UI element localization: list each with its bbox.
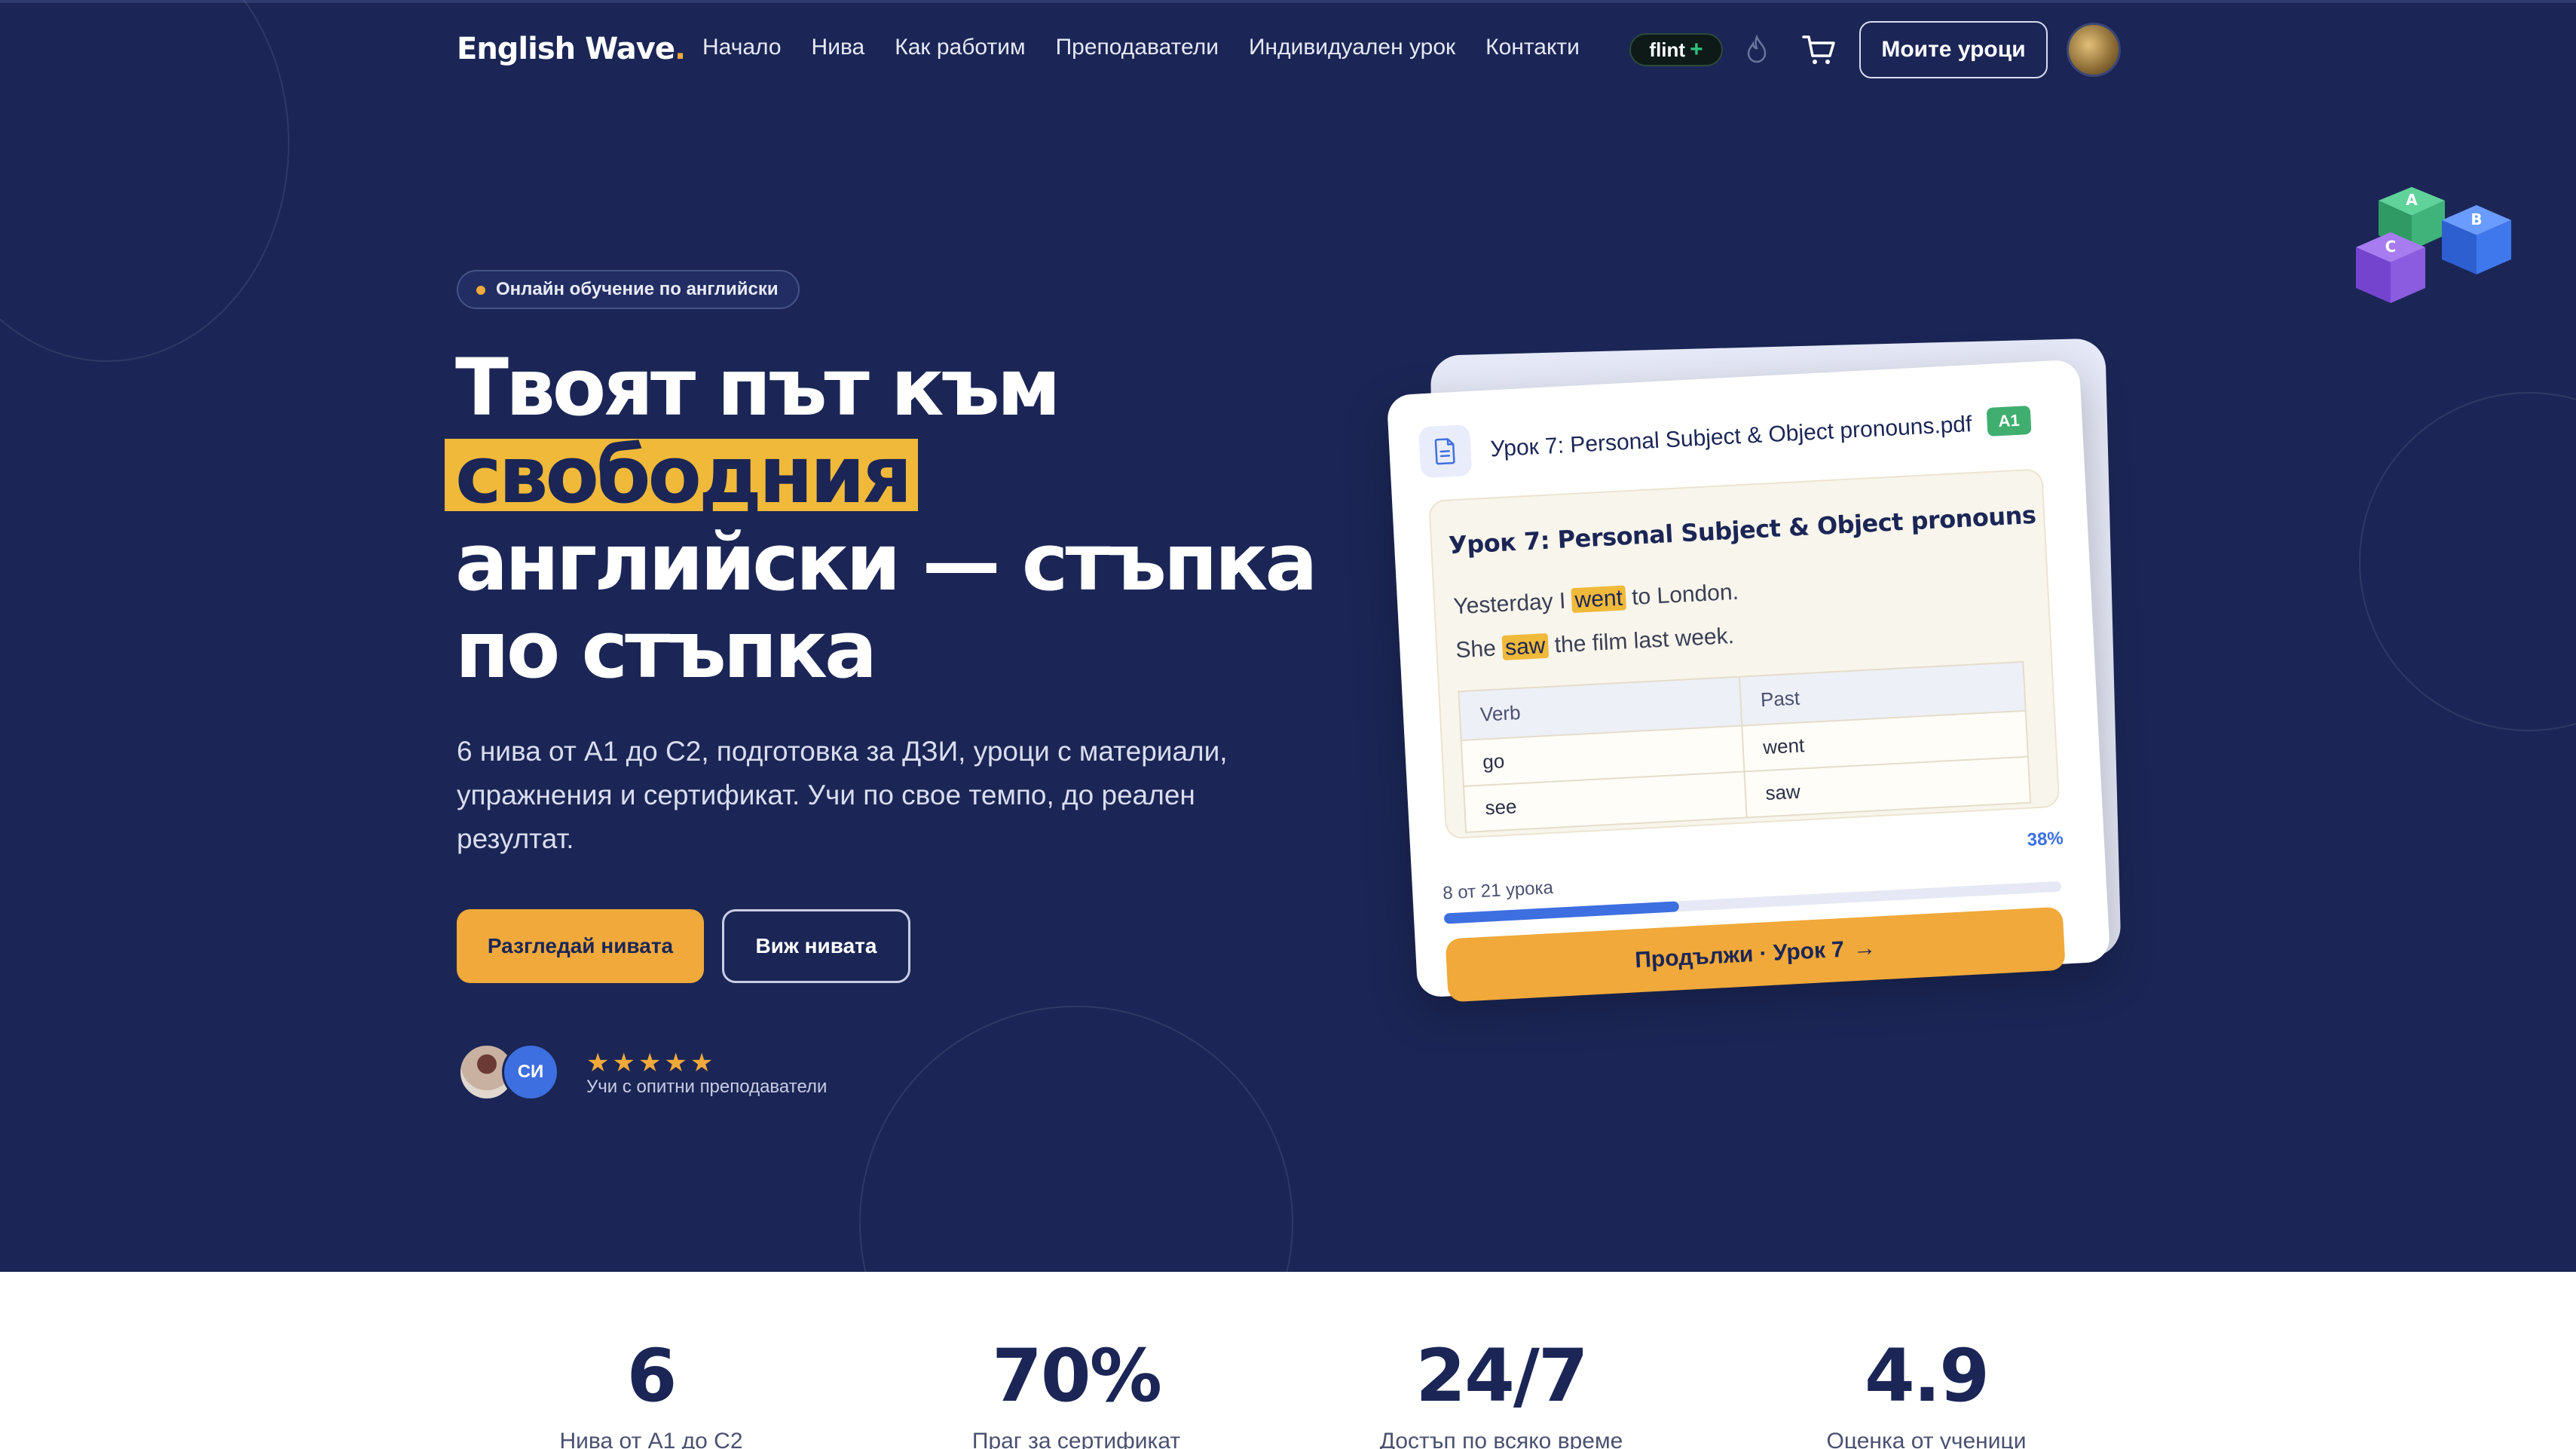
rating-stars-icon: ★★★★★ bbox=[586, 1049, 717, 1077]
stat-value: 4.9 bbox=[1864, 1334, 1990, 1418]
hero-headline: Твоят път към свободния английски — стъп… bbox=[445, 342, 1329, 696]
document-icon bbox=[1418, 424, 1473, 479]
lesson-file-name[interactable]: Урок 7: Personal Subject & Object pronou… bbox=[1490, 412, 1972, 462]
decorative-circle bbox=[2359, 392, 2576, 731]
nav-link-private-lesson[interactable]: Индивидуален урок bbox=[1249, 35, 1455, 60]
nav-link-levels[interactable]: Нива bbox=[812, 35, 865, 60]
hero-section: English Wave. Начало Нива Как работим Пр… bbox=[0, 0, 2576, 1272]
nav-link-contacts[interactable]: Контакти bbox=[1485, 35, 1580, 60]
stats-section: 6 Нива от А1 до С2 70% Праг за сертифика… bbox=[0, 1272, 2576, 1449]
stat-label: Достъп по всяко време bbox=[1379, 1429, 1623, 1449]
stat-value: 24/7 bbox=[1415, 1334, 1588, 1418]
nav-link-teachers[interactable]: Преподаватели bbox=[1056, 35, 1219, 60]
flame-icon[interactable] bbox=[1744, 35, 1770, 65]
example-sentence-2: She saw the film last week. bbox=[1455, 623, 1735, 663]
stat-label: Праг за сертификат bbox=[971, 1429, 1181, 1449]
view-levels-button[interactable]: Виж нивата bbox=[722, 909, 910, 983]
user-avatar[interactable] bbox=[2067, 23, 2121, 77]
lesson-card: Урок 7: Personal Subject & Object pronou… bbox=[1386, 359, 2111, 1003]
stat-value: 70% bbox=[992, 1334, 1162, 1418]
badge-text: Онлайн обучение по английски bbox=[496, 279, 779, 299]
preview-title: Урок 7: Personal Subject & Object pronou… bbox=[1448, 500, 2037, 560]
headline-line-1: Твоят път към bbox=[455, 342, 1061, 433]
hero-description: 6 нива от А1 до С2, подготовка за ДЗИ, у… bbox=[457, 736, 1228, 854]
sentence-text: the film last week. bbox=[1553, 623, 1735, 658]
highlighted-verb: went bbox=[1571, 585, 1626, 614]
svg-text:B: B bbox=[2470, 210, 2482, 228]
social-proof-text: Учи с опитни преподаватели bbox=[586, 1077, 828, 1097]
verb-table: Verb Past go went see saw bbox=[1458, 660, 2032, 833]
continue-label: Продължи · Урок 7 bbox=[1634, 936, 1845, 973]
example-sentence-1: Yesterday I went to London. bbox=[1453, 580, 1739, 620]
logo-dot: . bbox=[674, 32, 686, 66]
stat-label: Оценка от ученици bbox=[1826, 1429, 2027, 1449]
headline-line-4: по стъпка bbox=[455, 604, 877, 696]
progress-fill bbox=[1443, 901, 1679, 924]
highlighted-verb: saw bbox=[1501, 633, 1550, 661]
abc-cubes-icon: A B C bbox=[2356, 187, 2511, 303]
my-lessons-button[interactable]: Моите уроци bbox=[1859, 21, 2048, 78]
svg-text:C: C bbox=[2385, 237, 2397, 256]
hero-badge: Онлайн обучение по английски bbox=[457, 270, 800, 309]
level-badge: A1 bbox=[1986, 405, 2032, 437]
top-navigation: English Wave. Начало Нива Как работим Пр… bbox=[0, 0, 2576, 100]
progress-percent: 38% bbox=[2027, 828, 2064, 850]
flint-plus-icon: + bbox=[1690, 37, 1703, 62]
stat-item: 24/7 Достъп по всяко време bbox=[1351, 1338, 1652, 1449]
stat-item: 70% Праг за сертификат bbox=[925, 1338, 1227, 1449]
nav-links: Начало Нива Как работим Преподаватели Ин… bbox=[702, 35, 1580, 60]
headline-line-3: английски — стъпка bbox=[455, 516, 1318, 608]
stat-item: 4.9 Оценка от ученици bbox=[1776, 1338, 2077, 1449]
badge-dot-icon bbox=[476, 286, 485, 295]
stat-item: 6 Нива от А1 до С2 bbox=[500, 1338, 802, 1449]
nav-link-how-we-work[interactable]: Как работим bbox=[895, 35, 1025, 60]
svg-text:A: A bbox=[2406, 191, 2418, 209]
arrow-right-icon: → bbox=[1852, 935, 1877, 962]
decorative-circle bbox=[859, 1006, 1293, 1272]
sentence-text: Yesterday I bbox=[1452, 588, 1567, 620]
lesson-preview: Урок 7: Personal Subject & Object pronou… bbox=[1428, 468, 2060, 840]
nav-link-home[interactable]: Начало bbox=[702, 35, 782, 60]
stat-value: 6 bbox=[626, 1334, 678, 1418]
browse-levels-button[interactable]: Разгледай нивата bbox=[457, 909, 704, 983]
progress-label: 8 от 21 урока bbox=[1442, 877, 1554, 904]
sentence-text: She bbox=[1455, 636, 1497, 663]
flint-button[interactable]: flint + bbox=[1629, 33, 1723, 66]
continue-lesson-button[interactable]: Продължи · Урок 7 → bbox=[1445, 906, 2066, 1003]
cart-icon[interactable] bbox=[1801, 33, 1837, 66]
site-logo[interactable]: English Wave. bbox=[457, 32, 686, 66]
flint-label: flint bbox=[1649, 38, 1686, 61]
logo-text: English Wave bbox=[457, 32, 675, 66]
headline-highlight: свободния bbox=[445, 436, 919, 514]
stat-label: Нива от А1 до С2 bbox=[559, 1429, 743, 1449]
sentence-text: to London. bbox=[1631, 579, 1739, 610]
teacher-avatar-initials: СИ bbox=[502, 1043, 559, 1101]
